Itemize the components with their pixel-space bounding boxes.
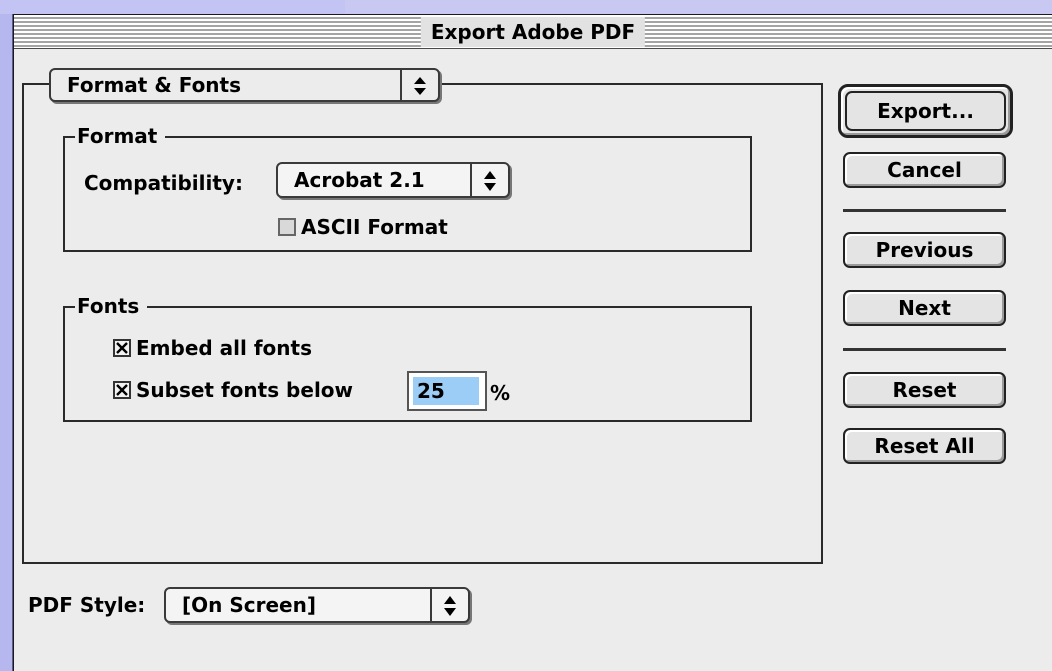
window-title: Export Adobe PDF — [420, 17, 646, 47]
next-button[interactable]: Next — [843, 290, 1006, 326]
subset-fonts-label: Subset fonts below — [136, 378, 354, 402]
compatibility-value: Acrobat 2.1 — [294, 168, 425, 192]
panel-selector-value: Format & Fonts — [67, 73, 242, 97]
subset-threshold-value: 25 — [417, 379, 445, 403]
up-down-arrows-icon — [470, 164, 508, 196]
previous-button[interactable]: Previous — [843, 232, 1006, 268]
panel-selector-popup[interactable]: Format & Fonts — [49, 68, 440, 102]
percent-unit-label: % — [490, 381, 511, 405]
ascii-format-label: ASCII Format — [301, 215, 448, 239]
format-group-legend: Format — [75, 123, 166, 149]
embed-all-fonts-label: Embed all fonts — [136, 336, 312, 360]
up-down-arrows-icon — [400, 70, 438, 100]
compatibility-label: Compatibility: — [84, 171, 243, 195]
title-bar[interactable]: Export Adobe PDF — [14, 15, 1052, 49]
ascii-format-checkbox[interactable] — [278, 218, 296, 236]
desktop-strip — [0, 0, 345, 14]
button-divider — [843, 348, 1006, 351]
button-divider — [843, 209, 1006, 212]
pdf-style-popup[interactable]: [On Screen] — [164, 587, 470, 623]
fonts-group-legend: Fonts — [75, 293, 148, 319]
desktop-background — [0, 0, 13, 671]
subset-threshold-input[interactable]: 25 — [407, 371, 487, 411]
pdf-style-label: PDF Style: — [28, 593, 146, 617]
export-button[interactable]: Export... — [838, 84, 1013, 138]
pdf-style-value: [On Screen] — [182, 593, 316, 617]
compatibility-popup[interactable]: Acrobat 2.1 — [276, 162, 510, 198]
subset-fonts-checkbox[interactable] — [113, 381, 131, 399]
embed-all-fonts-checkbox[interactable] — [113, 339, 131, 357]
reset-all-button[interactable]: Reset All — [843, 428, 1006, 464]
up-down-arrows-icon — [430, 589, 468, 621]
cancel-button[interactable]: Cancel — [843, 152, 1006, 188]
reset-button[interactable]: Reset — [843, 372, 1006, 408]
